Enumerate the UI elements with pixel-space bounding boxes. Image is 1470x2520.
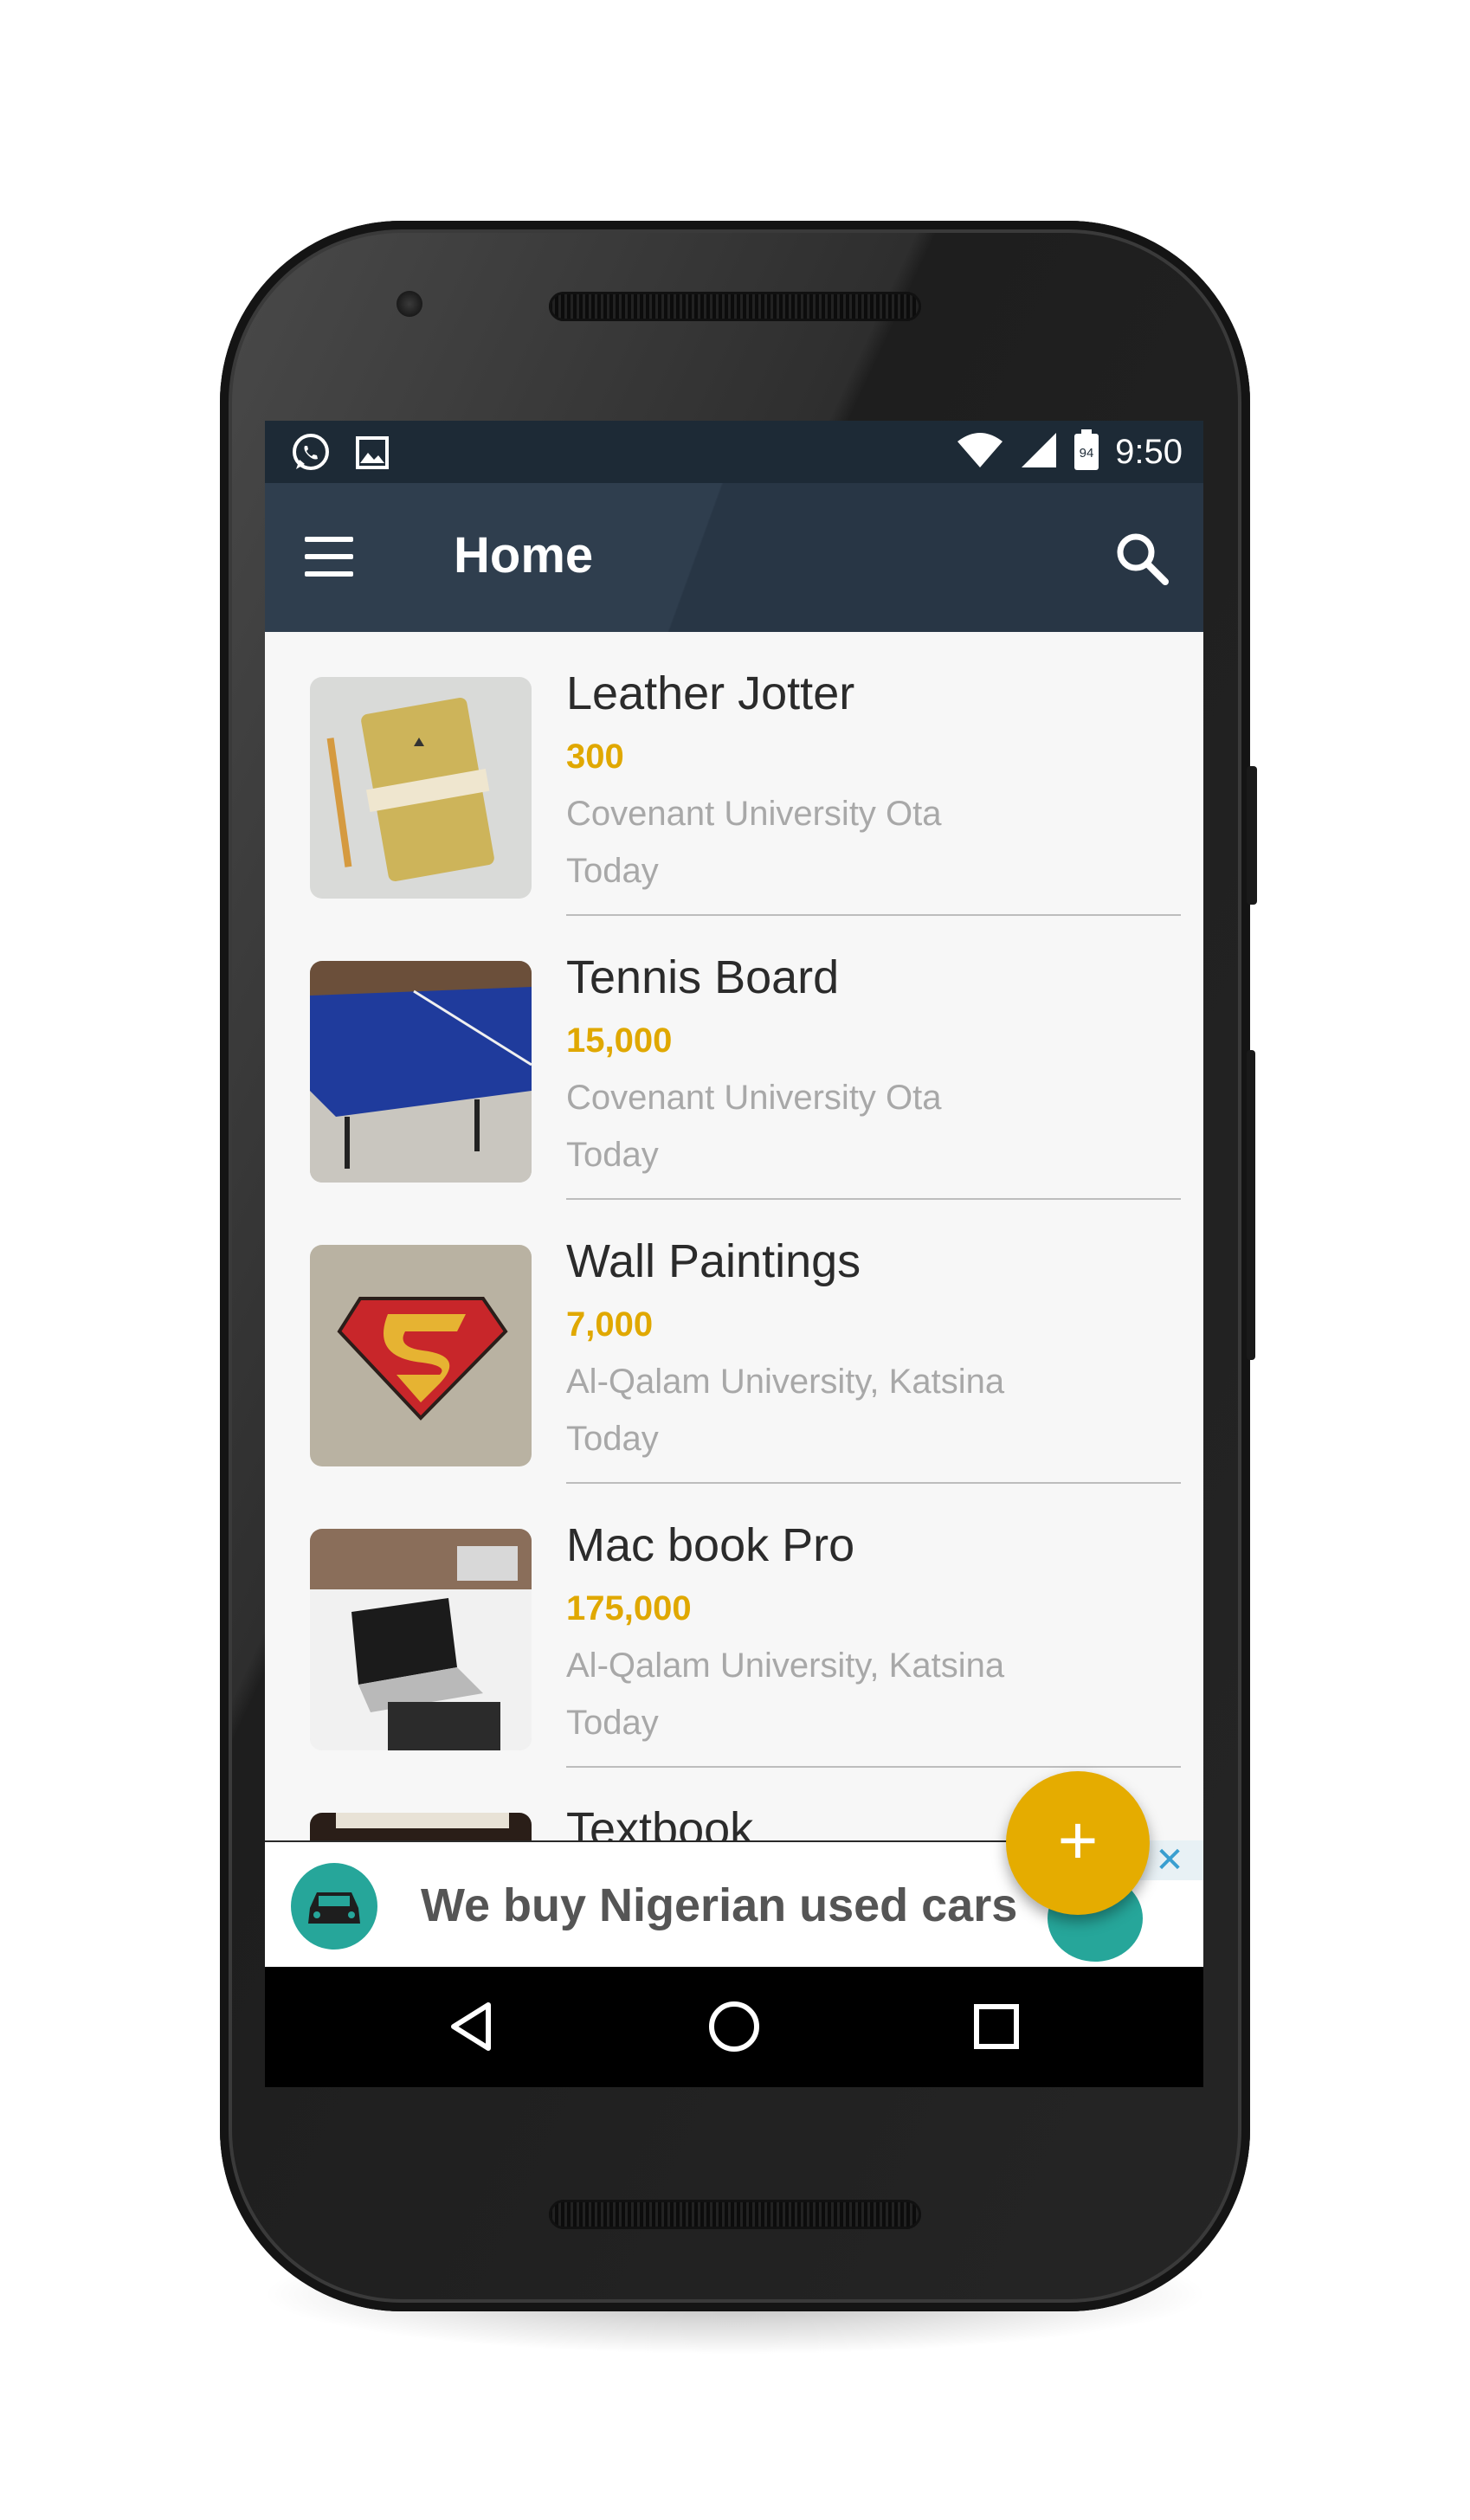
listing-title: Leather Jotter <box>566 667 855 719</box>
search-button[interactable] <box>1112 528 1172 589</box>
battery-icon: 94 <box>1073 429 1099 475</box>
listing-image-superman-logo <box>310 1245 532 1466</box>
cellular-signal-icon <box>1020 431 1058 474</box>
listing-location: Covenant University Ota <box>566 1079 942 1117</box>
clock: 9:50 <box>1115 433 1183 471</box>
navigation-bar <box>265 1967 1203 2087</box>
listing-date: Today <box>566 1704 659 1742</box>
front-camera <box>397 291 422 317</box>
listing-title: Tennis Board <box>566 951 840 1003</box>
listing-date: Today <box>566 852 659 890</box>
back-icon <box>451 2002 491 2051</box>
volume-button <box>1247 1050 1255 1360</box>
listing-price: 300 <box>566 738 624 776</box>
list-item[interactable]: Mac book Pro 175,000 Al-Qalam University… <box>265 1484 1203 1768</box>
listing-title: Wall Paintings <box>566 1235 861 1287</box>
home-button[interactable] <box>706 1998 763 2055</box>
listing-price: 15,000 <box>566 1022 673 1060</box>
list-item[interactable]: Wall Paintings 7,000 Al-Qalam University… <box>265 1200 1203 1484</box>
bottom-speaker <box>549 2200 921 2229</box>
hamburger-line <box>305 554 353 559</box>
add-listing-button[interactable]: + <box>1006 1771 1150 1915</box>
listing-image-notebook <box>310 677 532 899</box>
listing-title: Mac book Pro <box>566 1519 855 1571</box>
listing-image-laptop-desk <box>310 1529 532 1750</box>
image-icon <box>355 435 390 474</box>
recents-icon <box>974 2004 1019 2049</box>
listing-price: 7,000 <box>566 1305 654 1344</box>
search-icon <box>1117 533 1169 585</box>
app-bar: Home <box>265 483 1203 632</box>
menu-button[interactable] <box>301 535 357 580</box>
list-item[interactable]: Leather Jotter 300 Covenant University O… <box>265 632 1203 916</box>
hamburger-line <box>305 571 353 577</box>
list-item[interactable]: Tennis Board 15,000 Covenant University … <box>265 916 1203 1200</box>
svg-text:94: 94 <box>1080 446 1094 461</box>
listing-image-ping-pong-table <box>310 961 532 1183</box>
wifi-icon <box>956 431 1004 474</box>
listing-price: 175,000 <box>566 1589 692 1627</box>
listing-location: Al-Qalam University, Katsina <box>566 1647 1005 1685</box>
listing-location: Covenant University Ota <box>566 795 942 833</box>
car-icon <box>291 1863 377 1950</box>
hamburger-icon <box>305 537 353 542</box>
listing-date: Today <box>566 1420 659 1458</box>
status-bar: 94 9:50 <box>265 421 1203 483</box>
screen: 94 9:50 Home Leather Jotter 300 Covenant… <box>265 421 1203 2087</box>
back-button[interactable] <box>443 1998 500 2055</box>
top-speaker <box>549 292 921 321</box>
ad-text: We buy Nigerian used cars <box>421 1879 1018 1931</box>
listing-date: Today <box>566 1136 659 1174</box>
close-icon: ✕ <box>1155 1841 1184 1879</box>
home-icon <box>709 2001 759 2052</box>
whatsapp-icon <box>289 431 332 479</box>
power-button <box>1247 766 1257 905</box>
recents-button[interactable] <box>968 1998 1025 2055</box>
listing-location: Al-Qalam University, Katsina <box>566 1363 1005 1401</box>
page-title: Home <box>454 527 594 583</box>
